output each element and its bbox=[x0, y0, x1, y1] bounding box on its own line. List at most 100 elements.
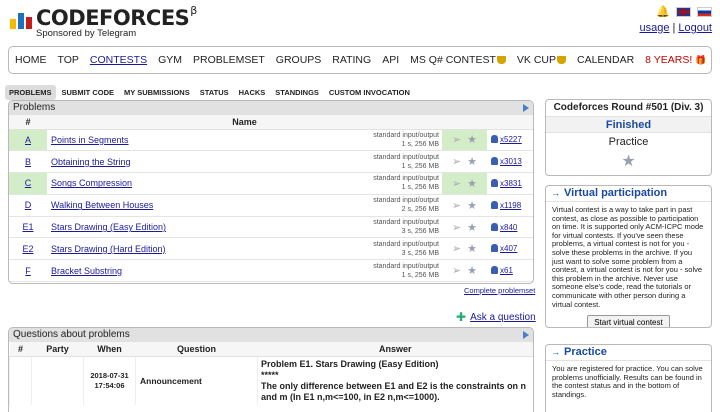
practice-box: → Practice You are registered for practi… bbox=[545, 344, 712, 412]
menu-contests[interactable]: CONTESTS bbox=[90, 54, 147, 66]
submit-send-icon[interactable]: ➢ bbox=[452, 199, 461, 212]
favorite-star-icon[interactable]: ★ bbox=[467, 155, 477, 168]
questions-title: Questions about problems bbox=[13, 329, 130, 340]
submit-send-icon[interactable]: ➢ bbox=[452, 133, 461, 146]
user-icon bbox=[491, 200, 498, 209]
menu-vk-cup[interactable]: VK CUP bbox=[517, 54, 566, 66]
russian-flag-icon[interactable] bbox=[697, 7, 712, 17]
submit-send-icon[interactable]: ➢ bbox=[452, 221, 461, 234]
menu-api[interactable]: API bbox=[382, 54, 399, 66]
submenu-standings[interactable]: STANDINGS bbox=[271, 85, 323, 100]
q-header-party: Party bbox=[31, 342, 84, 357]
submenu-problems[interactable]: PROBLEMS bbox=[5, 85, 56, 100]
favorite-star-icon[interactable]: ★ bbox=[467, 242, 477, 255]
sponsor-tagline: Sponsored by Telegram bbox=[36, 28, 137, 39]
problem-limits: 2 s, 256 MB bbox=[401, 206, 439, 214]
start-virtual-contest-button[interactable]: Start virtual contest bbox=[587, 315, 670, 327]
expand-arrow-icon[interactable] bbox=[523, 331, 529, 339]
problem-row: D Walking Between Houses standard input/ou… bbox=[9, 194, 533, 217]
user-icon bbox=[491, 266, 498, 275]
menu-ms-contest[interactable]: MS Q# CONTEST bbox=[410, 54, 506, 66]
favorite-star-icon[interactable]: ★ bbox=[467, 177, 477, 190]
problem-io: standard input/output bbox=[373, 153, 439, 161]
problem-solved-cell: x840 bbox=[487, 216, 533, 239]
q-answer-line3: The only difference between E1 and E2 is… bbox=[261, 380, 527, 402]
problem-name-cell: Songs Compression bbox=[47, 172, 372, 195]
q-when-date: 2018-07-31 bbox=[90, 370, 129, 380]
q-header-id: # bbox=[9, 342, 32, 357]
ask-question-link[interactable]: ✚ Ask a question bbox=[456, 310, 536, 324]
problem-id-link[interactable]: E2 bbox=[22, 244, 33, 254]
menu-rating[interactable]: RATING bbox=[332, 54, 371, 66]
favorite-star-icon[interactable]: ★ bbox=[467, 133, 477, 146]
problem-name-link[interactable]: Bracket Substring bbox=[51, 266, 122, 276]
menu-home[interactable]: HOME bbox=[15, 54, 47, 66]
problem-name-link[interactable]: Points in Segments bbox=[51, 135, 129, 145]
solved-count-link[interactable]: x61 bbox=[500, 266, 513, 275]
problem-id-link[interactable]: D bbox=[25, 200, 32, 210]
submit-send-icon[interactable]: ➢ bbox=[452, 177, 461, 190]
problem-name-link[interactable]: Songs Compression bbox=[51, 178, 132, 188]
header-right: 🔔 usage | Logout bbox=[640, 6, 712, 34]
solved-count-link[interactable]: x3831 bbox=[500, 179, 522, 188]
problem-io: standard input/output bbox=[373, 175, 439, 183]
submenu-custom-invocation[interactable]: CUSTOM INVOCATION bbox=[325, 85, 414, 100]
problem-id-link[interactable]: F bbox=[25, 266, 31, 276]
menu-calendar[interactable]: CALENDAR bbox=[577, 54, 634, 66]
solved-count-link[interactable]: x407 bbox=[500, 244, 517, 253]
english-flag-icon[interactable] bbox=[676, 7, 691, 17]
ask-question-label: Ask a question bbox=[470, 311, 536, 323]
problem-limits-cell: standard input/output 1 s, 256 MB bbox=[372, 259, 442, 283]
header-id[interactable]: # bbox=[9, 115, 47, 130]
expand-arrow-icon[interactable] bbox=[523, 104, 529, 112]
codeforces-logo[interactable]: CODEFORCES β bbox=[10, 4, 197, 29]
arrow-right-icon: → bbox=[551, 188, 560, 198]
favorite-star-icon[interactable]: ★ bbox=[467, 264, 477, 277]
problem-row: E2 Stars Drawing (Hard Edition) standard i… bbox=[9, 237, 533, 261]
solved-count-link[interactable]: x5227 bbox=[500, 135, 522, 144]
problem-name-link[interactable]: Walking Between Houses bbox=[51, 200, 153, 210]
problems-panel-title: Problems bbox=[9, 101, 533, 115]
problem-id-cell: C bbox=[9, 172, 47, 195]
logout-link[interactable]: Logout bbox=[678, 22, 712, 34]
submit-send-icon[interactable]: ➢ bbox=[452, 264, 461, 277]
submenu-hacks[interactable]: HACKS bbox=[235, 85, 270, 100]
submit-send-icon[interactable]: ➢ bbox=[452, 242, 461, 255]
solved-count-link[interactable]: x3013 bbox=[500, 157, 522, 166]
solved-count-link[interactable]: x840 bbox=[500, 223, 517, 232]
notification-bell-icon[interactable]: 🔔 bbox=[656, 6, 670, 18]
submenu-status[interactable]: STATUS bbox=[196, 85, 233, 100]
favorite-star-icon[interactable]: ★ bbox=[546, 151, 711, 173]
menu-8-years[interactable]: 8 YEARS! 🎁 bbox=[645, 54, 706, 66]
problem-actions-cell: ➢ ★ bbox=[442, 194, 487, 217]
solved-count-link[interactable]: x1198 bbox=[500, 201, 521, 210]
complete-problemset-link[interactable]: Complete problemset bbox=[464, 286, 535, 295]
questions-header-row: # Party When Question Answer bbox=[9, 342, 533, 357]
round-title[interactable]: Codeforces Round #501 (Div. 3) bbox=[546, 100, 711, 116]
problem-id-cell: E1 bbox=[9, 216, 47, 239]
problem-io: standard input/output bbox=[373, 240, 439, 248]
submenu-submit-code[interactable]: SUBMIT CODE bbox=[58, 85, 119, 100]
problem-limits: 1 s, 256 MB bbox=[401, 140, 439, 148]
menu-gym[interactable]: GYM bbox=[158, 54, 182, 66]
submenu-my-submissions[interactable]: MY SUBMISSIONS bbox=[120, 85, 194, 100]
problem-name-link[interactable]: Obtaining the String bbox=[51, 157, 131, 167]
favorite-star-icon[interactable]: ★ bbox=[467, 199, 477, 212]
menu-problemset[interactable]: PROBLEMSET bbox=[193, 54, 265, 66]
favorite-star-icon[interactable]: ★ bbox=[467, 221, 477, 234]
problem-id-link[interactable]: C bbox=[25, 178, 32, 188]
trophy-icon bbox=[556, 56, 566, 64]
menu-top[interactable]: TOP bbox=[58, 54, 79, 66]
problem-id-link[interactable]: E1 bbox=[22, 222, 33, 232]
submit-send-icon[interactable]: ➢ bbox=[452, 155, 461, 168]
usage-link[interactable]: usage bbox=[640, 22, 670, 34]
problem-id-link[interactable]: A bbox=[25, 135, 31, 145]
problem-actions-cell: ➢ ★ bbox=[442, 129, 487, 152]
menu-groups[interactable]: GROUPS bbox=[276, 54, 322, 66]
questions-panel: Questions about problems # Party When Qu… bbox=[8, 327, 534, 412]
problem-id-link[interactable]: B bbox=[25, 157, 31, 167]
header-solved bbox=[487, 115, 533, 130]
problem-name-link[interactable]: Stars Drawing (Easy Edition) bbox=[51, 222, 166, 232]
practice-text: You are registered for practice. You can… bbox=[552, 364, 703, 399]
problem-name-link[interactable]: Stars Drawing (Hard Edition) bbox=[51, 244, 166, 254]
